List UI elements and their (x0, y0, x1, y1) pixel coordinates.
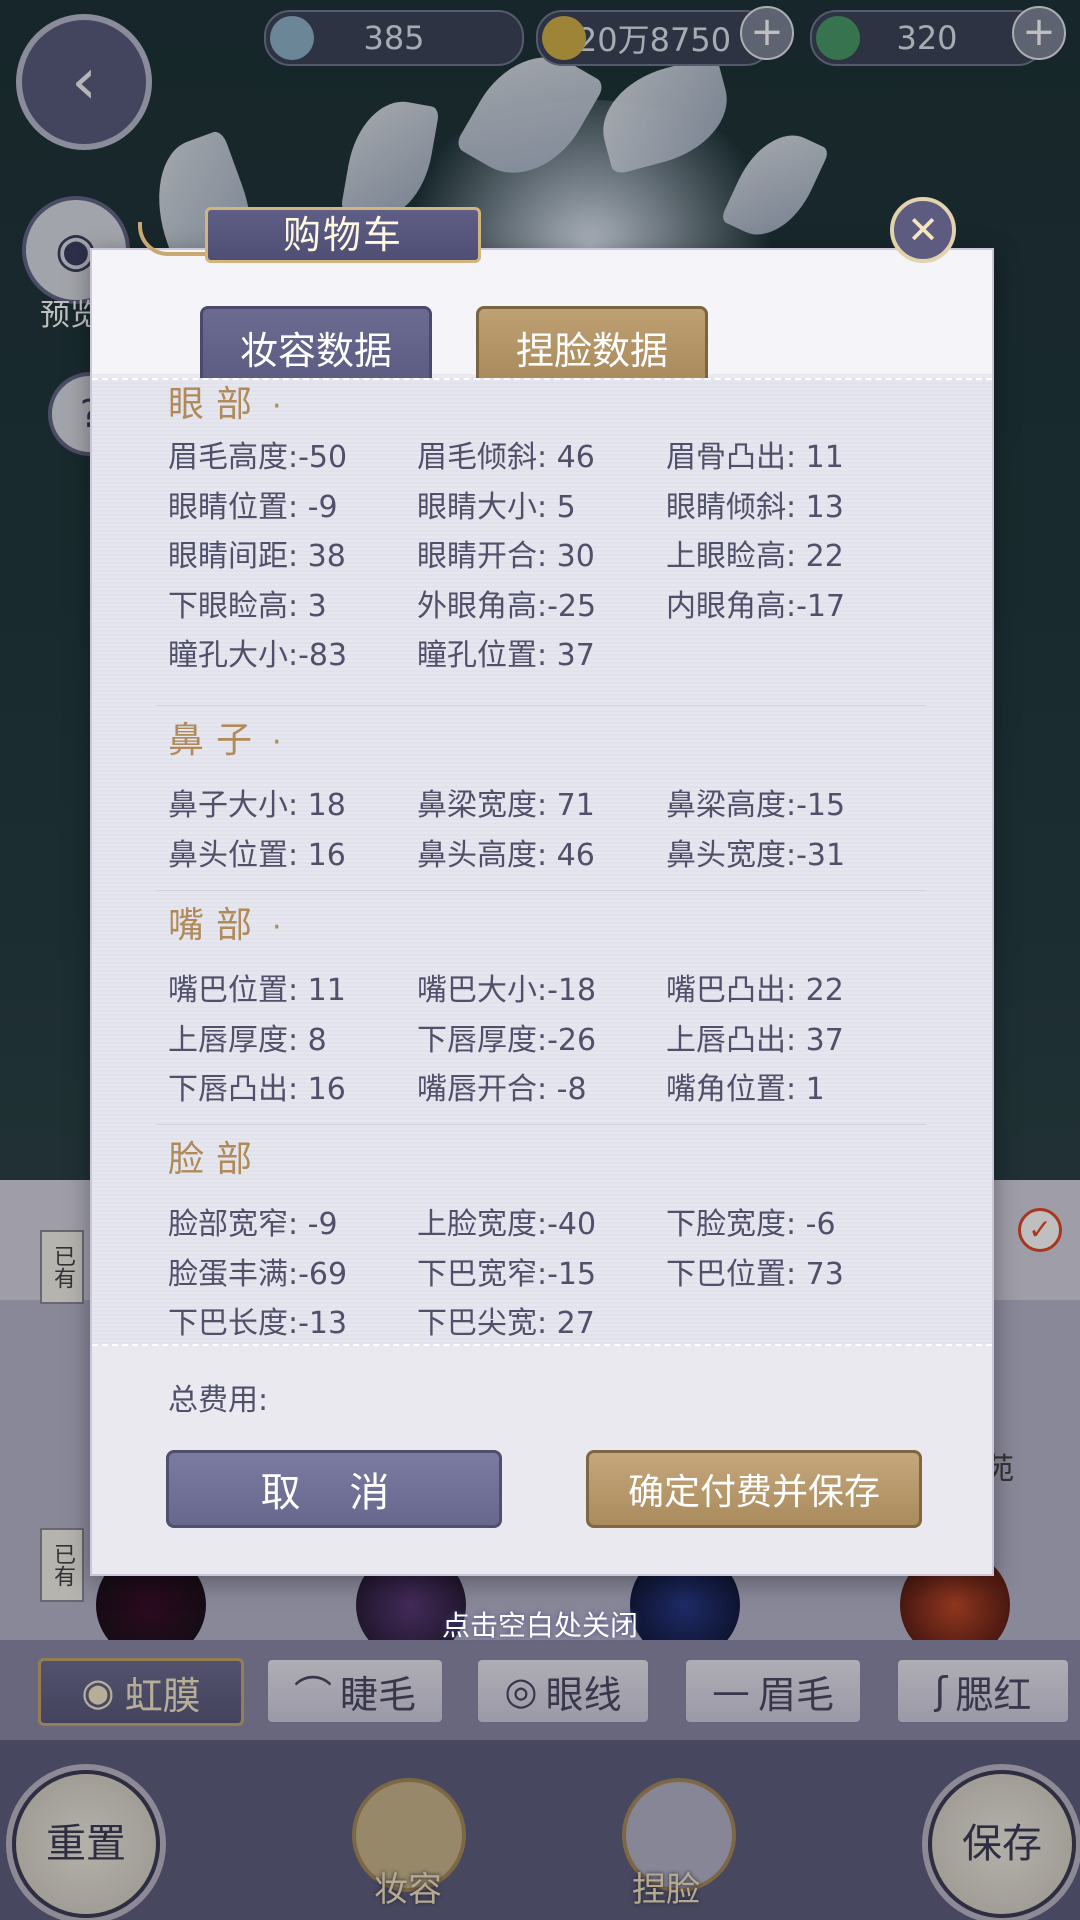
param-item: 上眼睑高: 22 (666, 539, 844, 574)
eyes-grid: 眉毛高度:-50 眉毛倾斜: 46 眉骨凸出: 11 眼睛位置: -9 眼睛大小… (168, 433, 928, 681)
divider (156, 890, 926, 891)
confirm-pay-save-button[interactable]: 确定付费并保存 (586, 1450, 922, 1528)
param-item: 脸蛋丰满:-69 (168, 1256, 348, 1292)
param-item: 下巴宽窄:-15 (417, 1256, 597, 1292)
section-title-text: 鼻子 (168, 720, 265, 761)
face-grid: 脸部宽窄: -9 上脸宽度:-40 下脸宽度: -6 脸蛋丰满:-69 下巴宽窄… (168, 1200, 928, 1349)
param-item: 嘴角位置: 1 (666, 1072, 825, 1107)
param-item: 上唇厚度: 8 (168, 1022, 327, 1058)
section-title-text: 脸部 (168, 1139, 265, 1180)
shopping-cart-dialog: 妆容数据 捏脸数据 眼部 · 眉毛高度:-50 眉毛倾斜: 46 眉骨凸出: 11… (90, 248, 994, 1576)
param-item: 眉毛高度:-50 (168, 440, 348, 475)
param-item: 脸部宽窄: -9 (168, 1207, 338, 1242)
param-item: 眼睛位置: -9 (168, 489, 338, 525)
param-item: 眼睛大小: 5 (417, 489, 576, 525)
cancel-button[interactable]: 取 消 (166, 1450, 502, 1528)
param-item: 外眼角高:-25 (417, 588, 597, 624)
section-title: 脸部 (168, 1135, 928, 1185)
section-title-text: 嘴部 (168, 905, 265, 946)
param-item: 眉骨凸出: 11 (666, 440, 844, 475)
param-item: 眼睛倾斜: 13 (666, 489, 844, 525)
close-dialog-button[interactable]: ✕ (890, 197, 956, 263)
mouth-grid: 嘴巴位置: 11 嘴巴大小:-18 嘴巴凸出: 22 上唇厚度: 8 下唇厚度:… (168, 966, 928, 1115)
param-item: 嘴巴大小:-18 (417, 973, 597, 1008)
param-item: 眼睛间距: 38 (168, 539, 346, 574)
dialog-title: 购物车 (205, 207, 481, 263)
cart-content-list[interactable]: 眼部 · 眉毛高度:-50 眉毛倾斜: 46 眉骨凸出: 11 眼睛位置: -9 … (92, 378, 992, 1346)
total-cost-label: 总费用: (168, 1383, 269, 1418)
param-item: 鼻头高度: 46 (417, 837, 595, 873)
param-item: 下唇凸出: 16 (168, 1072, 346, 1107)
close-icon: ✕ (907, 208, 939, 252)
param-item: 鼻子大小: 18 (168, 788, 346, 823)
section-title: 嘴部 · (168, 905, 294, 946)
section-title-text: 眼部 (168, 384, 265, 425)
section-face: 脸部 脸部宽窄: -9 上脸宽度:-40 下脸宽度: -6 脸蛋丰满:-69 下… (168, 1135, 928, 1349)
section-mouth: 嘴部 · 嘴巴位置: 11 嘴巴大小:-18 嘴巴凸出: 22 上唇厚度: 8 下… (168, 901, 928, 1115)
param-item: 眼睛开合: 30 (417, 539, 595, 574)
param-item: 嘴唇开合: -8 (417, 1072, 587, 1107)
nose-grid: 鼻子大小: 18 鼻梁宽度: 71 鼻梁高度:-15 鼻头位置: 16 鼻头高度… (168, 781, 928, 880)
param-item: 鼻梁高度:-15 (666, 788, 846, 823)
param-item: 嘴巴凸出: 22 (666, 973, 844, 1008)
param-item: 鼻头位置: 16 (168, 837, 346, 873)
tab-makeup-data[interactable]: 妆容数据 (200, 306, 432, 388)
param-item: 鼻头宽度:-31 (666, 837, 846, 873)
param-item: 眉毛倾斜: 46 (417, 440, 595, 475)
tab-face-data[interactable]: 捏脸数据 (476, 306, 708, 388)
divider (156, 705, 926, 706)
param-item: 嘴巴位置: 11 (168, 973, 346, 1008)
param-item: 下眼睑高: 3 (168, 588, 327, 624)
section-title: 鼻子 · (168, 720, 294, 761)
divider (156, 1124, 926, 1125)
section-eyes: 眼部 · 眉毛高度:-50 眉毛倾斜: 46 眉骨凸出: 11 眼睛位置: -9 … (168, 380, 928, 681)
close-hint: 点击空白处关闭 (441, 1609, 638, 1642)
param-item: 上唇凸出: 37 (666, 1022, 844, 1058)
section-title: 眼部 · (168, 384, 294, 425)
param-item: 下脸宽度: -6 (666, 1207, 836, 1242)
param-item: 下巴位置: 73 (666, 1256, 844, 1292)
param-item: 下唇厚度:-26 (417, 1022, 597, 1058)
param-item: 下巴长度:-13 (168, 1306, 348, 1341)
param-item: 瞳孔大小:-83 (168, 638, 348, 673)
param-item: 下巴尖宽: 27 (417, 1306, 595, 1341)
param-item: 内眼角高:-17 (666, 588, 846, 624)
param-item: 瞳孔位置: 37 (417, 638, 595, 673)
param-item: 上脸宽度:-40 (417, 1207, 597, 1242)
param-item: 鼻梁宽度: 71 (417, 788, 595, 823)
section-nose: 鼻子 · 鼻子大小: 18 鼻梁宽度: 71 鼻梁高度:-15 鼻头位置: 16 … (168, 716, 928, 880)
